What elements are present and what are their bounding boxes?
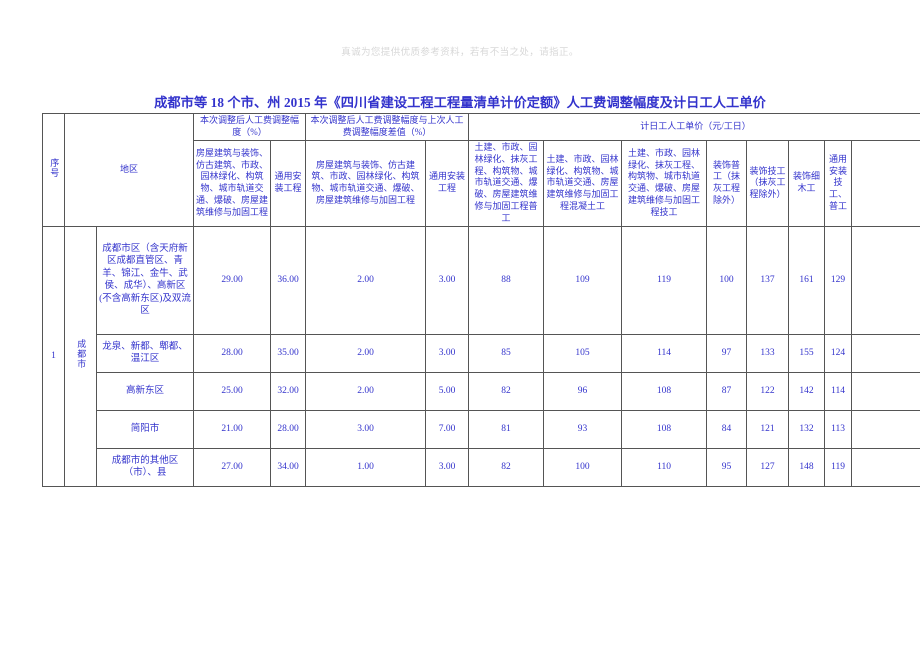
header-group-diff: 本次调整后人工费调整幅度与上次人工费调整幅度差值（%） [305,113,470,141]
cell-decor-tech: 121 [746,409,790,449]
header-decor-tech: 装饰技工（抹灰工程除外） [746,139,790,227]
cell-daily-concrete: 96 [543,371,623,411]
cell-adjust-install: 32.00 [270,371,307,411]
cell-decor-carpenter: 155 [788,333,826,373]
cell-install-tech: 114 [824,371,853,411]
cell-daily-common: 85 [468,333,545,373]
header-region: 地区 [63,113,195,227]
cell-remark [851,371,920,411]
table-row: 1 成都市 成都市区（含天府新区成都直管区、青羊、锦江、金牛、武侯、成华）、高新… [42,225,920,487]
cell-daily-concrete: 109 [543,225,623,335]
cell-decor-tech: 127 [746,447,790,487]
cell-decor-common: 97 [706,333,748,373]
cell-daily-tech: 108 [621,371,708,411]
header-decor-carpenter: 装饰细木工 [788,139,826,227]
cell-city: 成都市 [64,225,97,487]
cell-decor-tech: 133 [746,333,790,373]
cell-decor-carpenter: 148 [788,447,826,487]
table-row: 龙泉、新都、郫都、温江区 28.00 35.00 2.00 3.00 85 10… [43,333,920,373]
header-daily-concrete: 土建、市政、园林绿化、构筑物、城市轨道交通、房屋建筑维修与加固工程混凝土工 [543,139,623,227]
city-vertical-label: 成都市 [76,339,87,370]
cell-diff-building: 2.00 [305,225,427,335]
cell-daily-common: 82 [468,447,545,487]
cell-region: 简阳市 [95,409,195,449]
watermark-text: 真诚为您提供优质参考资料，若有不当之处，请指正。 [341,47,579,58]
header-install-tech: 通用安装技工、普工 [824,139,853,227]
cell-decor-common: 95 [706,447,748,487]
cell-daily-common: 88 [468,225,545,335]
cell-decor-tech: 137 [746,225,790,335]
cell-decor-tech: 122 [746,371,790,411]
cell-install-tech: 124 [824,333,853,373]
page-title: 成都市等 18 个市、州 2015 年《四川省建设工程工程量清单计价定额》人工费… [154,95,766,110]
cell-adjust-install: 34.00 [270,447,307,487]
cell-adjust-install: 35.00 [270,333,307,373]
cell-remark [851,333,920,373]
cell-seq: 1 [42,225,65,487]
cell-diff-install: 3.00 [425,225,470,335]
header-daily-tech: 土建、市政、园林绿化、抹灰工程、构筑物、城市轨道交通、爆破、房屋建筑维修与加固工… [621,139,708,227]
header-seq-label: 序号 [49,158,60,178]
cell-daily-common: 82 [468,371,545,411]
table-row: 高新东区 25.00 32.00 2.00 5.00 82 96 108 87 … [43,371,920,411]
cell-daily-concrete: 93 [543,409,623,449]
cell-daily-tech: 110 [621,447,708,487]
cell-diff-install: 3.00 [425,333,470,373]
data-table-container: 序号 地区 本次调整后人工费调整幅度（%） 本次调整后人工费调整幅度与上次人工费… [42,113,920,487]
cell-adjust-building: 27.00 [193,447,272,487]
cell-decor-common: 87 [706,371,748,411]
header-seq: 序号 [42,113,65,227]
cell-adjust-install: 36.00 [270,225,307,335]
table-header-row-1: 序号 地区 本次调整后人工费调整幅度（%） 本次调整后人工费调整幅度与上次人工费… [42,113,920,227]
cell-region: 成都市的其他区（市）、县 [95,447,195,487]
cell-install-tech: 113 [824,409,853,449]
document-page: 真诚为您提供优质参考资料，若有不当之处，请指正。 成都市等 18 个市、州 20… [0,0,920,651]
cell-daily-concrete: 100 [543,447,623,487]
header-diff-building: 房屋建筑与装饰、仿古建筑、市政、园林绿化、构筑物、城市轨道交通、爆破、房屋建筑维… [305,139,427,227]
cell-daily-tech: 114 [621,333,708,373]
cell-install-tech: 129 [824,225,853,335]
cell-install-tech: 119 [824,447,853,487]
labor-cost-table: 序号 地区 本次调整后人工费调整幅度（%） 本次调整后人工费调整幅度与上次人工费… [42,113,920,487]
header-diff-install: 通用安装工程 [425,139,470,227]
cell-decor-common: 100 [706,225,748,335]
table-row: 简阳市 21.00 28.00 3.00 7.00 81 93 108 84 1… [43,409,920,449]
header-adjust-install: 通用安装工程 [270,139,307,227]
cell-daily-common: 81 [468,409,545,449]
header-adjust-building: 房屋建筑与装饰、仿古建筑、市政、园林绿化、构筑物、城市轨道交通、爆破、房屋建筑维… [193,139,272,227]
cell-region: 成都市区（含天府新区成都直管区、青羊、锦江、金牛、武侯、成华）、高新区(不含高新… [95,225,195,335]
cell-remark [851,225,920,335]
cell-region: 龙泉、新都、郫都、温江区 [95,333,195,373]
cell-daily-tech: 108 [621,409,708,449]
cell-decor-common: 84 [706,409,748,449]
cell-adjust-building: 29.00 [193,225,272,335]
cell-diff-building: 2.00 [305,333,427,373]
cell-diff-building: 3.00 [305,409,427,449]
cell-adjust-building: 28.00 [193,333,272,373]
cell-decor-carpenter: 142 [788,371,826,411]
cell-adjust-building: 21.00 [193,409,272,449]
table-row: 成都市的其他区（市）、县 27.00 34.00 1.00 3.00 82 10… [43,447,920,487]
header-group-daily: 计日工人工单价（元/工日） [468,113,920,141]
cell-decor-carpenter: 132 [788,409,826,449]
cell-remark [851,409,920,449]
header-region-label: 地区 [120,164,139,174]
cell-diff-install: 3.00 [425,447,470,487]
cell-diff-building: 1.00 [305,447,427,487]
cell-diff-install: 7.00 [425,409,470,449]
cell-daily-tech: 119 [621,225,708,335]
cell-adjust-install: 28.00 [270,409,307,449]
header-daily-common: 土建、市政、园林绿化、抹灰工程、构筑物、城市轨道交通、爆破、房屋建筑维修与加固工… [468,139,545,227]
cell-diff-building: 2.00 [305,371,427,411]
header-decor-common: 装饰普工（抹灰工程除外） [706,139,748,227]
cell-daily-concrete: 105 [543,333,623,373]
cell-adjust-building: 25.00 [193,371,272,411]
cell-diff-install: 5.00 [425,371,470,411]
cell-decor-carpenter: 161 [788,225,826,335]
cell-region: 高新东区 [95,371,195,411]
header-group-adjust: 本次调整后人工费调整幅度（%） [193,113,307,141]
cell-remark [851,447,920,487]
